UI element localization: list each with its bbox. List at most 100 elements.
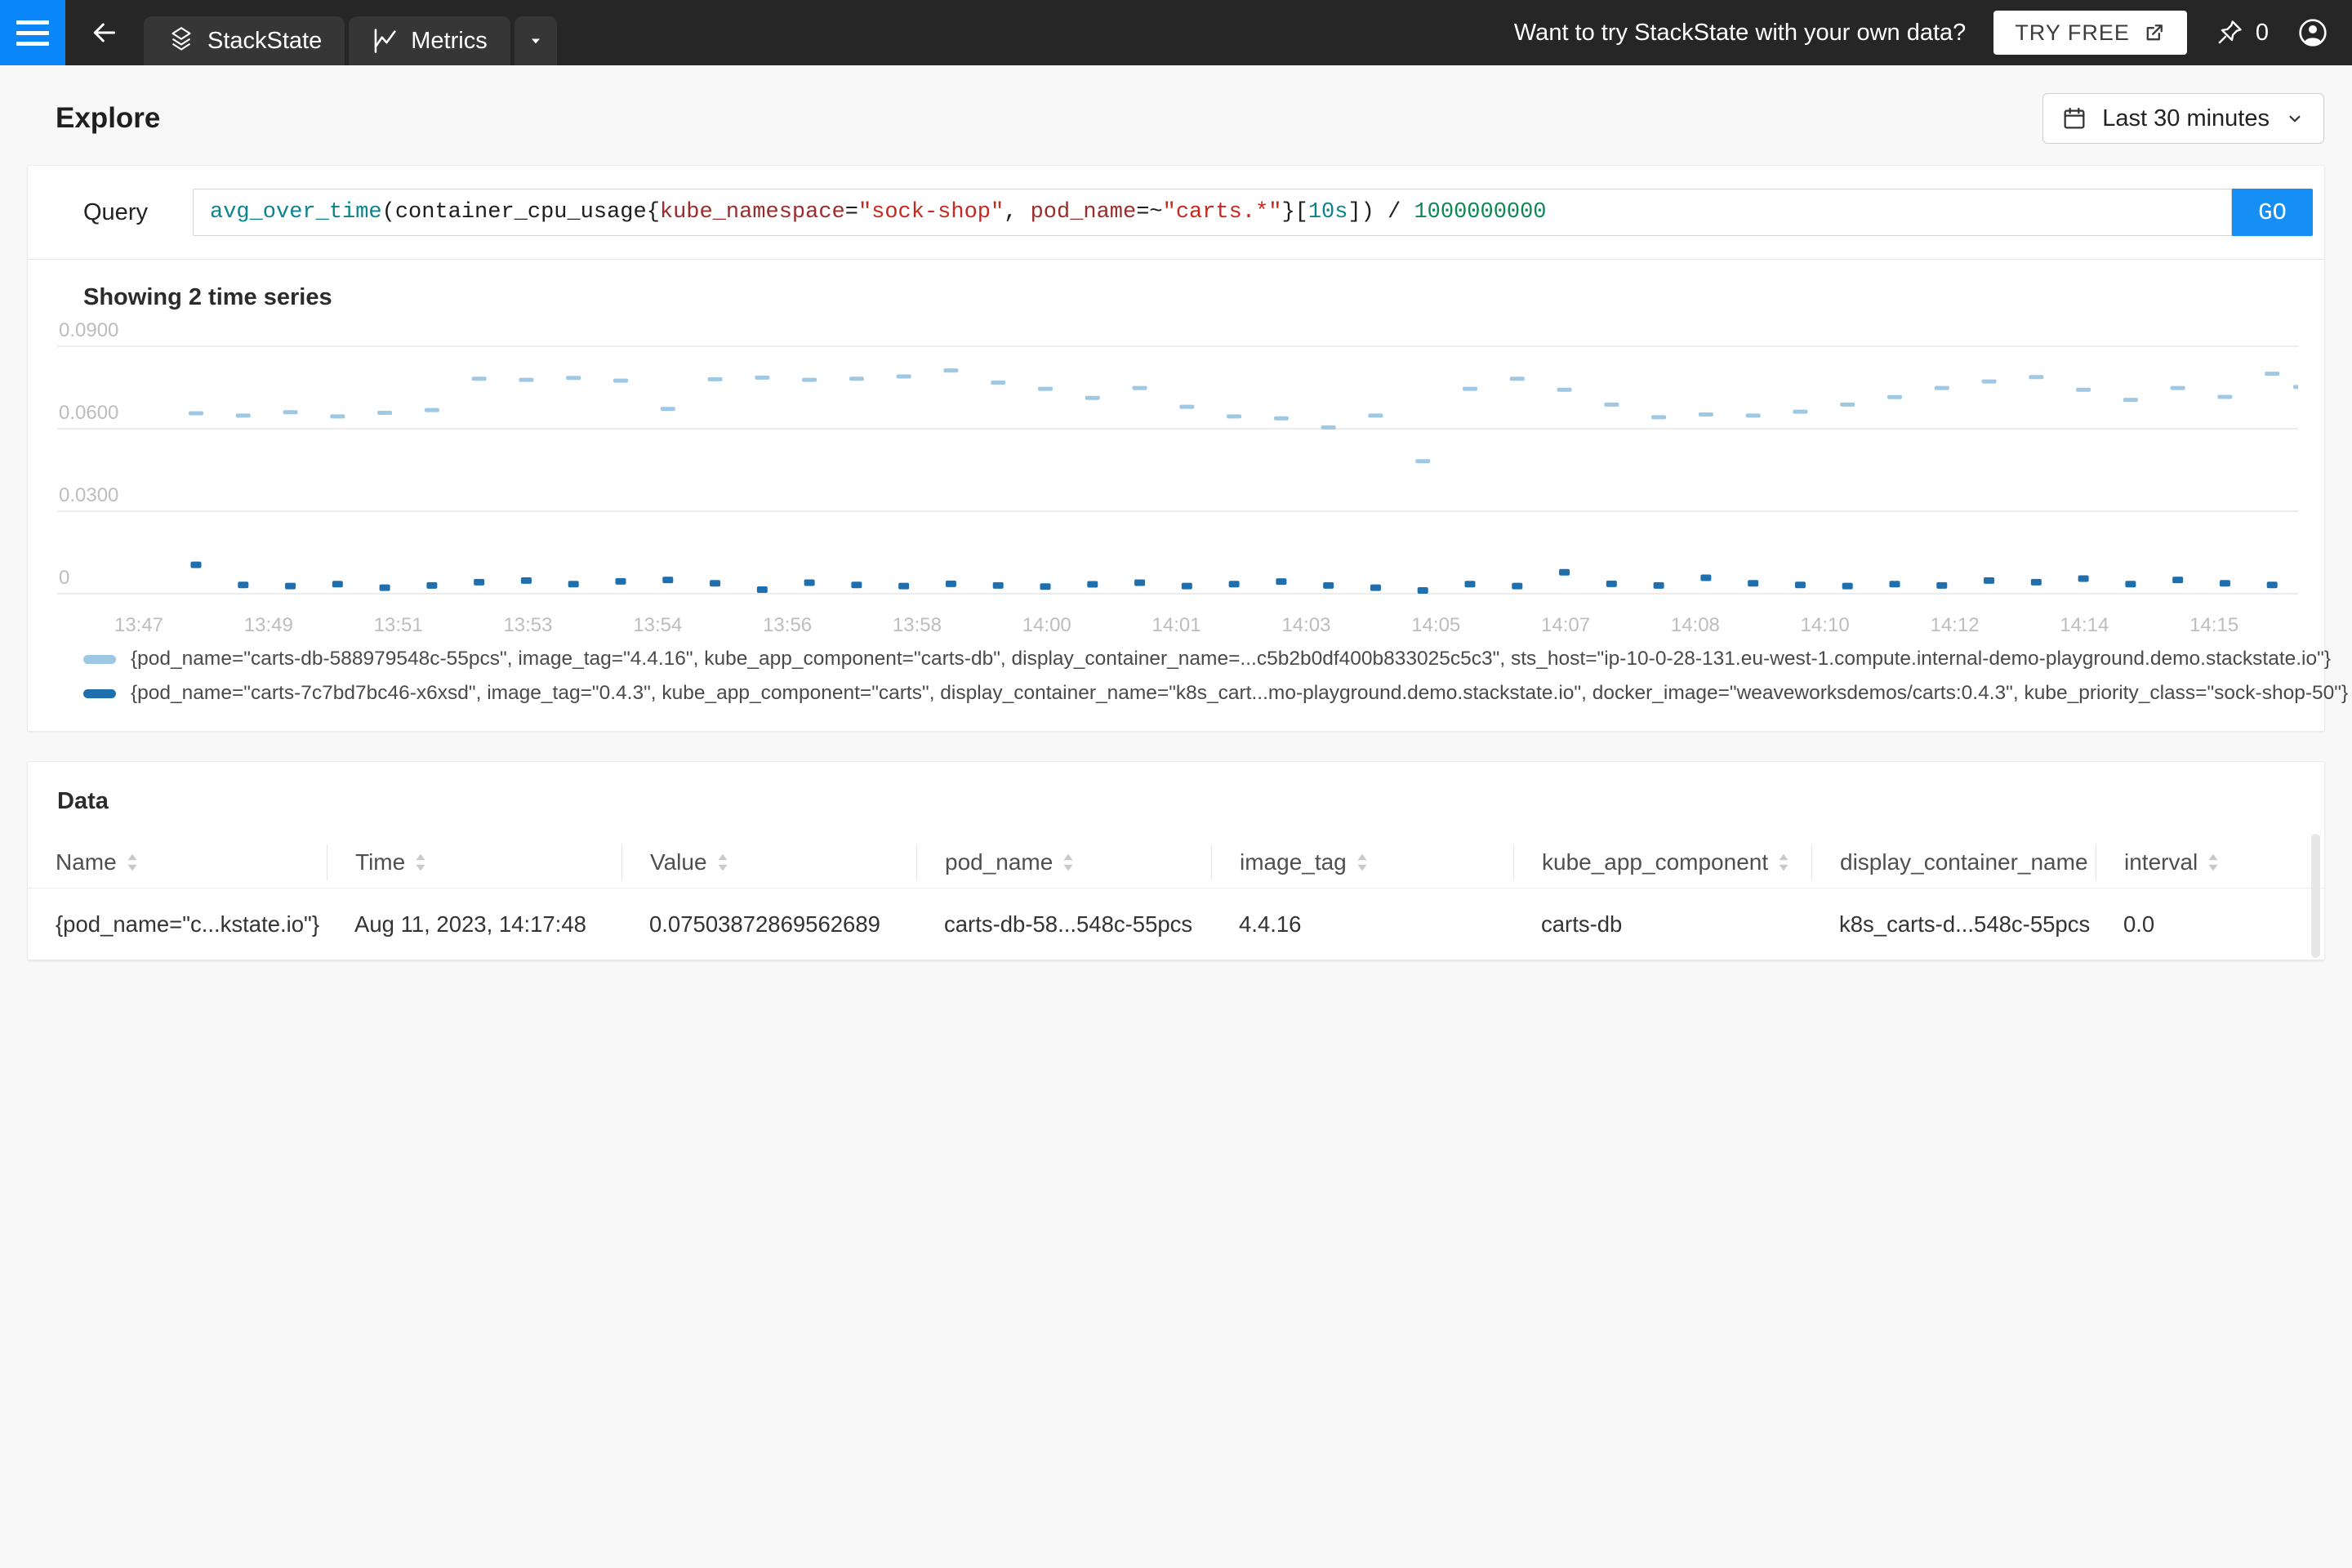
- column-header-name[interactable]: Name: [28, 844, 327, 880]
- data-point[interactable]: [1512, 583, 1522, 590]
- data-point[interactable]: [1133, 386, 1147, 390]
- data-point[interactable]: [1134, 580, 1145, 586]
- data-point[interactable]: [1936, 582, 1947, 589]
- data-point[interactable]: [708, 377, 723, 381]
- data-point[interactable]: [1229, 581, 1240, 587]
- data-point[interactable]: [2078, 575, 2089, 581]
- tab-metrics[interactable]: Metrics: [349, 16, 510, 65]
- data-point[interactable]: [1418, 587, 1428, 594]
- data-point[interactable]: [2267, 581, 2278, 588]
- tab-stackstate[interactable]: StackState: [144, 16, 345, 65]
- data-point[interactable]: [1795, 581, 1806, 588]
- data-point[interactable]: [1842, 583, 1853, 590]
- data-point[interactable]: [519, 378, 533, 382]
- data-point[interactable]: [2217, 394, 2232, 399]
- data-point[interactable]: [236, 413, 251, 417]
- data-point[interactable]: [897, 375, 911, 379]
- data-point[interactable]: [2031, 579, 2042, 586]
- go-button[interactable]: GO: [2232, 189, 2313, 236]
- pinned-items-button[interactable]: 0: [2215, 18, 2269, 47]
- data-point[interactable]: [1748, 580, 1758, 586]
- column-header-kube-app-component[interactable]: kube_app_component: [1513, 844, 1811, 880]
- data-point[interactable]: [1370, 585, 1381, 591]
- data-point[interactable]: [332, 581, 343, 587]
- data-point[interactable]: [710, 580, 720, 586]
- data-point[interactable]: [2172, 577, 2183, 583]
- time-range-picker[interactable]: Last 30 minutes: [2042, 93, 2324, 144]
- data-point[interactable]: [804, 580, 815, 586]
- data-point[interactable]: [1887, 395, 1902, 399]
- data-point[interactable]: [1651, 415, 1666, 419]
- data-point[interactable]: [1935, 386, 1949, 390]
- data-point[interactable]: [616, 578, 626, 585]
- data-point[interactable]: [2293, 385, 2298, 389]
- data-point[interactable]: [1040, 583, 1051, 590]
- data-point[interactable]: [1510, 376, 1525, 381]
- data-point[interactable]: [851, 581, 862, 588]
- data-point[interactable]: [1699, 412, 1713, 416]
- hamburger-menu-button[interactable]: [0, 0, 65, 65]
- data-point[interactable]: [1227, 414, 1241, 418]
- data-point[interactable]: [191, 562, 202, 568]
- data-point[interactable]: [1700, 574, 1711, 581]
- data-point[interactable]: [1840, 403, 1855, 407]
- data-point[interactable]: [661, 407, 675, 411]
- data-point[interactable]: [1323, 582, 1334, 589]
- data-point[interactable]: [1274, 416, 1289, 421]
- data-point[interactable]: [474, 579, 484, 586]
- data-point[interactable]: [1179, 405, 1194, 409]
- legend-item[interactable]: {pod_name="carts-db-588979548c-55pcs", i…: [83, 648, 2295, 670]
- data-point[interactable]: [757, 586, 768, 593]
- data-point[interactable]: [1890, 581, 1900, 587]
- data-point[interactable]: [521, 577, 532, 584]
- data-point[interactable]: [1746, 413, 1761, 417]
- data-point[interactable]: [991, 381, 1005, 385]
- query-input[interactable]: avg_over_time(container_cpu_usage{kube_n…: [193, 189, 2232, 236]
- data-point[interactable]: [189, 412, 203, 416]
- column-header-display-container-name[interactable]: display_container_name: [1811, 844, 2096, 880]
- data-point[interactable]: [285, 583, 296, 590]
- data-point[interactable]: [898, 583, 909, 590]
- data-point[interactable]: [755, 376, 769, 380]
- data-point[interactable]: [1604, 403, 1619, 407]
- data-point[interactable]: [1415, 459, 1430, 463]
- data-point[interactable]: [568, 581, 579, 587]
- column-header-time[interactable]: Time: [327, 844, 621, 880]
- data-point[interactable]: [662, 577, 673, 583]
- data-point[interactable]: [1654, 582, 1664, 589]
- data-point[interactable]: [2171, 386, 2185, 390]
- data-point[interactable]: [425, 408, 439, 412]
- data-point[interactable]: [2220, 580, 2230, 586]
- column-header-pod-name[interactable]: pod_name: [916, 844, 1211, 880]
- data-point[interactable]: [943, 368, 958, 372]
- data-point[interactable]: [1606, 581, 1617, 587]
- data-point[interactable]: [377, 411, 392, 415]
- data-point[interactable]: [566, 376, 581, 380]
- data-point[interactable]: [2265, 372, 2279, 376]
- data-point[interactable]: [1321, 425, 1336, 430]
- data-point[interactable]: [1982, 380, 1997, 384]
- data-point[interactable]: [946, 581, 956, 587]
- data-point[interactable]: [849, 376, 864, 381]
- data-point[interactable]: [2125, 581, 2136, 587]
- data-point[interactable]: [1276, 578, 1286, 585]
- data-point[interactable]: [1087, 581, 1098, 588]
- legend-item[interactable]: {pod_name="carts-7c7bd7bc46-x6xsd", imag…: [83, 682, 2295, 705]
- data-point[interactable]: [1038, 387, 1053, 391]
- data-point[interactable]: [330, 414, 345, 418]
- table-scrollbar[interactable]: [2311, 834, 2320, 958]
- data-point[interactable]: [993, 582, 1004, 589]
- column-header-value[interactable]: Value: [621, 844, 916, 880]
- data-point[interactable]: [1182, 583, 1192, 590]
- table-row[interactable]: {pod_name="c...kstate.io"}Aug 11, 2023, …: [28, 889, 2324, 960]
- data-point[interactable]: [238, 581, 248, 588]
- data-point[interactable]: [1463, 387, 1477, 391]
- try-free-button[interactable]: TRY FREE: [1993, 11, 2187, 55]
- data-point[interactable]: [1559, 569, 1570, 576]
- data-point[interactable]: [1465, 581, 1476, 587]
- data-point[interactable]: [802, 378, 817, 382]
- column-header-image-tag[interactable]: image_tag: [1211, 844, 1513, 880]
- data-point[interactable]: [1557, 388, 1572, 392]
- data-point[interactable]: [613, 379, 628, 383]
- data-point[interactable]: [426, 582, 437, 589]
